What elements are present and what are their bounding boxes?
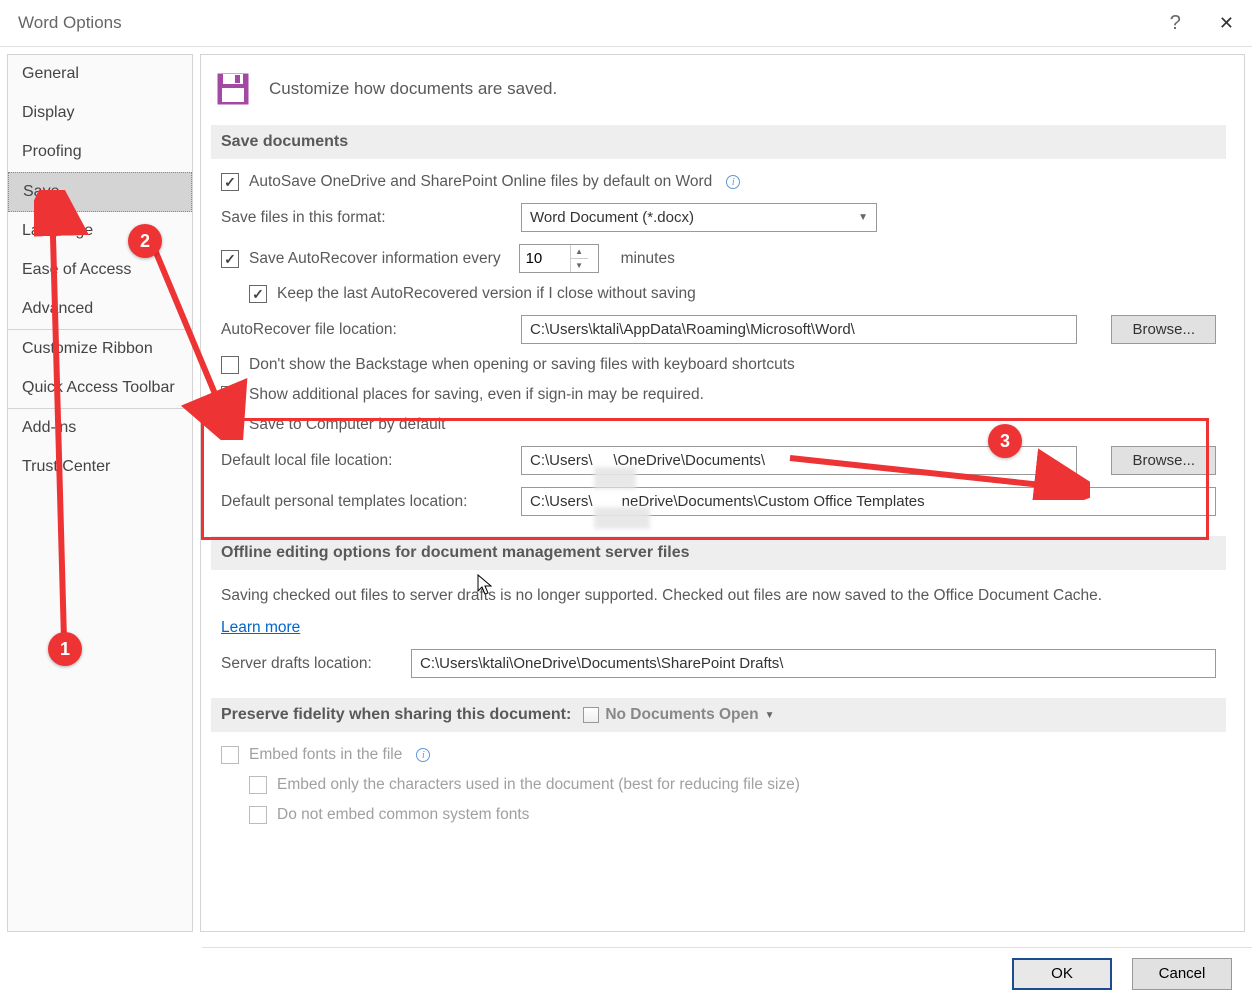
default-local-label: Default local file location: [221,452,511,470]
autosave-label: AutoSave OneDrive and SharePoint Online … [249,173,712,191]
embed-common-checkbox [249,806,267,824]
autorecover-loc-input[interactable] [521,315,1077,344]
default-templates-label: Default personal templates location: [221,493,511,511]
sidebar-item-proofing[interactable]: Proofing [8,133,192,172]
embed-fonts-label: Embed fonts in the file [249,746,402,764]
document-icon [583,707,599,723]
save-icon [215,71,251,107]
keep-last-checkbox[interactable] [249,285,267,303]
embed-chars-label: Embed only the characters used in the do… [277,776,800,794]
titlebar: Word Options ? ✕ [0,0,1252,47]
autorecover-checkbox[interactable] [221,250,239,268]
default-local-input[interactable] [521,446,1077,475]
save-computer-label: Save to Computer by default [249,416,445,434]
dont-show-backstage-checkbox[interactable] [221,356,239,374]
sidebar-item-quick-access-toolbar[interactable]: Quick Access Toolbar [8,369,192,408]
dont-show-backstage-label: Don't show the Backstage when opening or… [249,356,795,374]
spin-down-icon[interactable]: ▼ [571,259,588,272]
document-combo[interactable]: No Documents Open ▼ [583,706,774,724]
dialog-title: Word Options [18,13,122,33]
chevron-down-icon: ▼ [765,710,775,721]
offline-note: Saving checked out files to server draft… [221,584,1102,607]
save-format-label: Save files in this format: [221,209,511,227]
keep-last-label: Keep the last AutoRecovered version if I… [277,285,696,303]
section-save-documents-header: Save documents [211,125,1226,159]
embed-chars-checkbox [249,776,267,794]
autorecover-spin[interactable]: ▲▼ [519,244,599,273]
autorecover-unit: minutes [621,250,675,268]
drafts-input[interactable] [411,649,1216,678]
help-icon[interactable]: ? [1170,12,1181,35]
show-additional-checkbox[interactable] [221,386,239,404]
info-icon[interactable]: i [416,748,430,762]
close-icon[interactable]: ✕ [1219,13,1234,34]
sidebar-item-customize-ribbon[interactable]: Customize Ribbon [8,330,192,369]
document-combo-value: No Documents Open [605,706,758,724]
embed-common-label: Do not embed common system fonts [277,806,529,824]
sidebar: General Display Proofing Save Language E… [7,54,193,932]
chevron-down-icon: ▼ [858,212,868,223]
sidebar-item-general[interactable]: General [8,55,192,94]
info-icon[interactable]: i [726,175,740,189]
cancel-button[interactable]: Cancel [1132,958,1232,990]
header-text: Customize how documents are saved. [269,79,557,99]
autorecover-value[interactable] [520,250,570,267]
embed-fonts-checkbox [221,746,239,764]
sidebar-item-display[interactable]: Display [8,94,192,133]
sidebar-item-save[interactable]: Save [8,172,192,212]
section-offline-header: Offline editing options for document man… [211,536,1226,570]
save-computer-checkbox[interactable] [221,416,239,434]
autosave-checkbox[interactable] [221,173,239,191]
autorecover-label: Save AutoRecover information every [249,250,501,268]
ok-button[interactable]: OK [1012,958,1112,990]
save-format-value: Word Document (*.docx) [530,209,694,226]
sidebar-item-advanced[interactable]: Advanced [8,290,192,329]
learn-more-link[interactable]: Learn more [221,619,300,637]
dialog-footer: OK Cancel [202,947,1252,999]
default-templates-input[interactable] [521,487,1216,516]
browse-autorecover-button[interactable]: Browse... [1111,315,1216,344]
sidebar-item-add-ins[interactable]: Add-ins [8,409,192,448]
drafts-label: Server drafts location: [221,655,401,673]
section-fidelity-header: Preserve fidelity when sharing this docu… [211,698,1226,732]
browse-default-local-button[interactable]: Browse... [1111,446,1216,475]
autorecover-loc-label: AutoRecover file location: [221,321,511,339]
save-format-combo[interactable]: Word Document (*.docx) ▼ [521,203,877,232]
content-panel: Customize how documents are saved. Save … [200,54,1245,932]
spin-up-icon[interactable]: ▲ [571,245,588,259]
show-additional-label: Show additional places for saving, even … [249,386,704,404]
sidebar-item-language[interactable]: Language [8,212,192,251]
sidebar-item-trust-center[interactable]: Trust Center [8,448,192,487]
sidebar-item-ease-of-access[interactable]: Ease of Access [8,251,192,290]
